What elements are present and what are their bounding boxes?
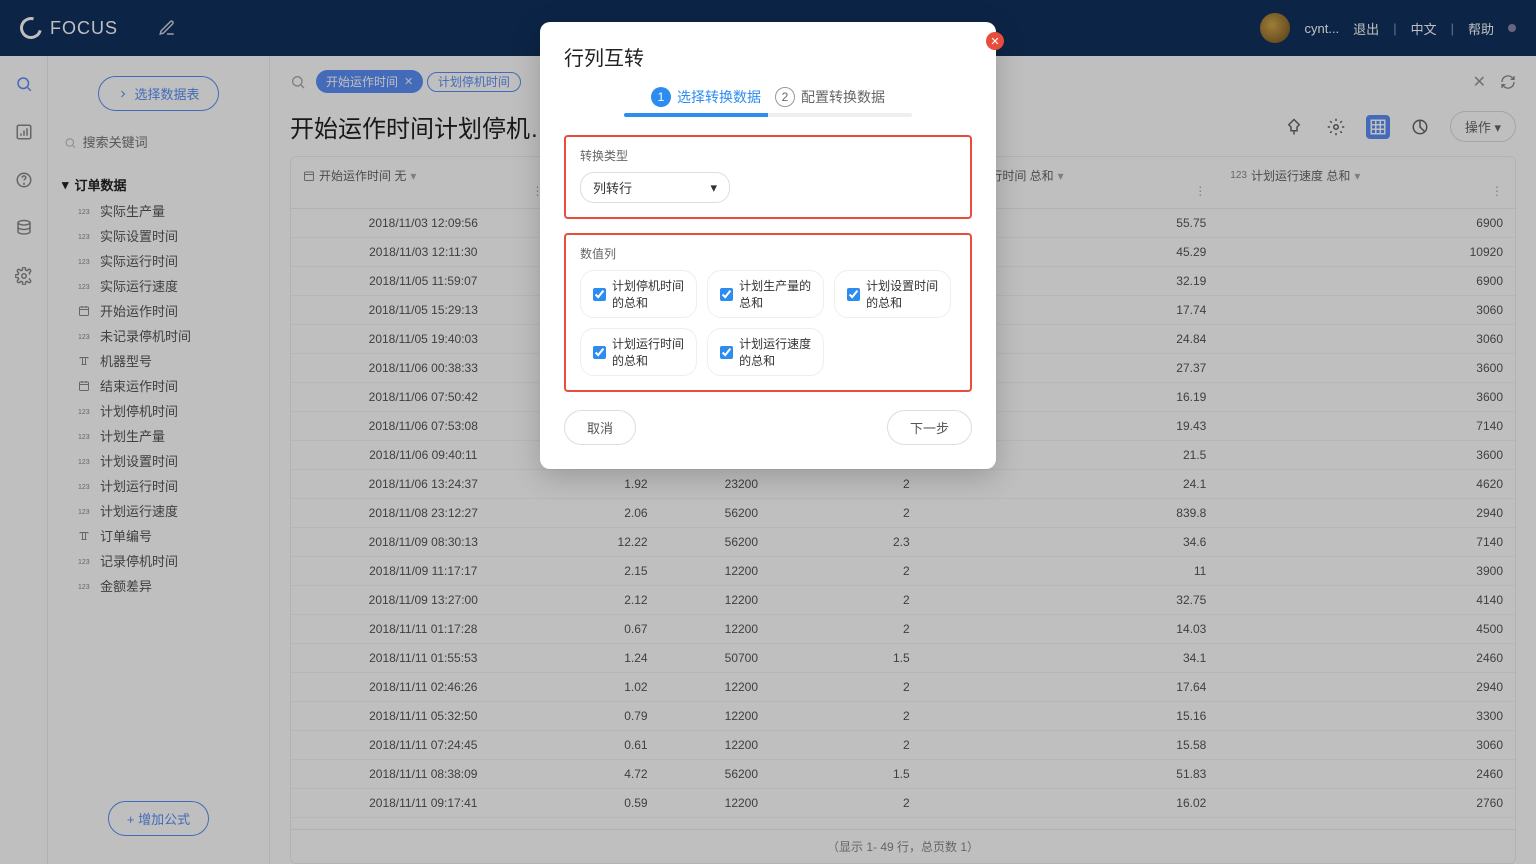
cancel-button[interactable]: 取消	[564, 410, 636, 445]
checkbox-input[interactable]	[593, 346, 606, 359]
checkbox-label: 计划停机时间的总和	[612, 277, 684, 311]
convert-type-select[interactable]: 列转行 ▾	[580, 172, 730, 203]
modal-title: 行列互转	[564, 42, 972, 71]
checkbox-input[interactable]	[593, 288, 606, 301]
modal-overlay[interactable]: ✕ 行列互转 1 选择转换数据 2 配置转换数据 转换类型 列转行 ▾	[0, 0, 1536, 864]
step-label: 选择转换数据	[677, 87, 761, 107]
step-2[interactable]: 2 配置转换数据	[775, 87, 885, 107]
checkbox-input[interactable]	[720, 288, 733, 301]
checkbox-label: 计划运行时间的总和	[612, 335, 684, 369]
value-col-checkbox[interactable]: 计划停机时间的总和	[580, 270, 697, 318]
highlight-convert-type: 转换类型 列转行 ▾	[564, 135, 972, 219]
checkbox-label: 计划设置时间的总和	[866, 277, 938, 311]
checkbox-input[interactable]	[720, 346, 733, 359]
checkbox-label: 计划运行速度的总和	[739, 335, 811, 369]
step-number-icon: 2	[775, 87, 795, 107]
checkbox-label: 计划生产量的总和	[739, 277, 811, 311]
highlight-value-cols: 数值列 计划停机时间的总和 计划生产量的总和 计划设置时间的总和计划运行时间的总和 计…	[564, 233, 972, 392]
step-1[interactable]: 1 选择转换数据	[651, 87, 761, 107]
value-col-checkbox[interactable]: 计划运行速度的总和	[707, 328, 824, 376]
value-col-checkbox[interactable]: 计划设置时间的总和	[834, 270, 951, 318]
section-label: 数值列	[580, 245, 956, 262]
wizard-steps: 1 选择转换数据 2 配置转换数据	[564, 87, 972, 107]
chevron-down-icon: ▾	[710, 180, 717, 196]
value-col-checkbox[interactable]: 计划运行时间的总和	[580, 328, 697, 376]
step-number-icon: 1	[651, 87, 671, 107]
value-col-checkbox[interactable]: 计划生产量的总和	[707, 270, 824, 318]
progress-bar	[624, 113, 912, 117]
step-label: 配置转换数据	[801, 87, 885, 107]
close-icon[interactable]: ✕	[986, 32, 1004, 50]
checkbox-input[interactable]	[847, 288, 860, 301]
transpose-modal: ✕ 行列互转 1 选择转换数据 2 配置转换数据 转换类型 列转行 ▾	[540, 22, 996, 469]
next-button[interactable]: 下一步	[887, 410, 972, 445]
select-value: 列转行	[593, 178, 632, 197]
section-label: 转换类型	[580, 147, 956, 164]
